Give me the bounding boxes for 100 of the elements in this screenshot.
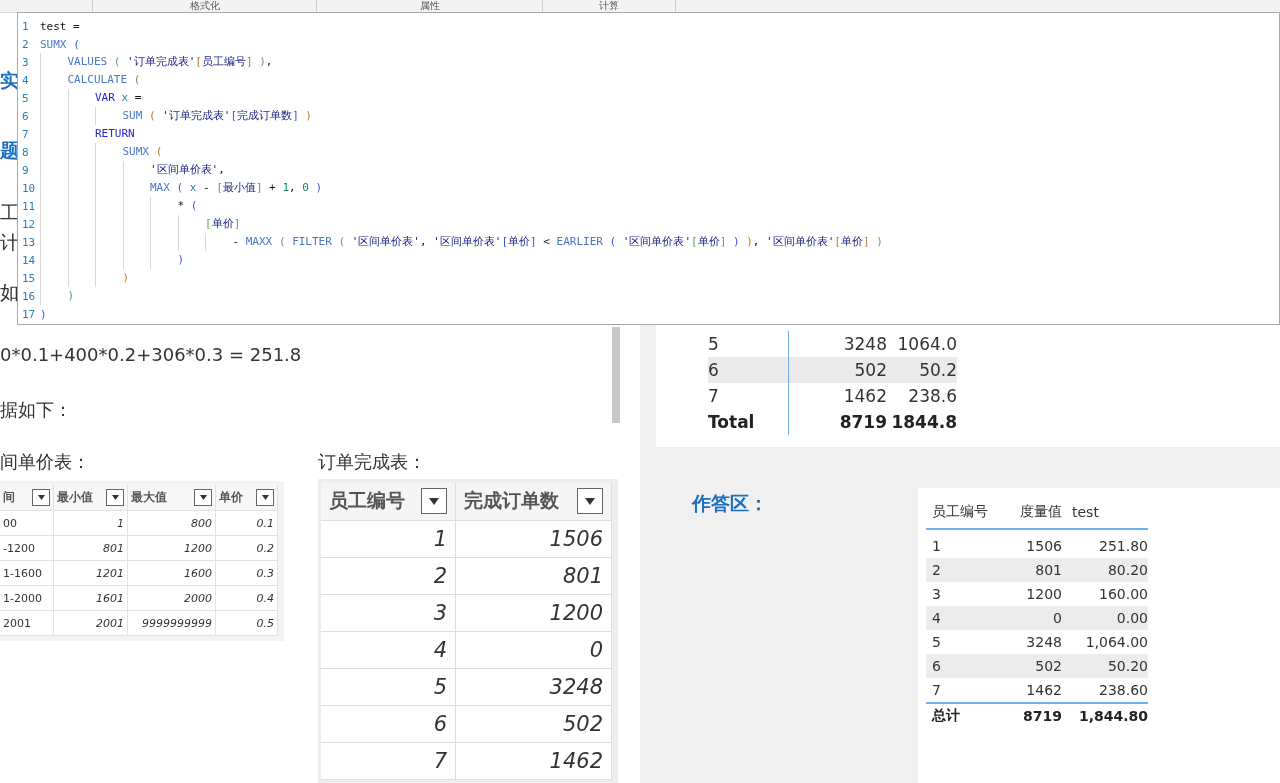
code-line: ) xyxy=(40,307,47,321)
caret-down-icon xyxy=(111,494,119,500)
filter-button[interactable] xyxy=(106,488,124,506)
code-line: RETURN xyxy=(40,125,135,143)
caret-down-icon xyxy=(429,497,439,505)
filter-button[interactable] xyxy=(421,488,447,514)
table-cell: 3 xyxy=(433,601,447,625)
line-number: 5 xyxy=(21,91,30,105)
table-cell-text: 502 xyxy=(1034,658,1062,674)
code-line: test = xyxy=(40,19,80,33)
table-cell-text: 7 xyxy=(708,386,720,406)
table-cell: 6 xyxy=(433,712,447,736)
table-cell: 0 xyxy=(589,638,603,662)
table-cell: 502 xyxy=(562,712,603,736)
text-fragment: 计 xyxy=(0,231,19,253)
column-header: 员工编号 xyxy=(329,488,405,513)
caret-down-icon xyxy=(261,494,269,500)
table-cell-text: 0 xyxy=(1052,610,1062,626)
table-cell-text: 1200 xyxy=(1025,586,1062,602)
table-cell-text: 238.60 xyxy=(1098,682,1148,698)
table-cell: 3248 xyxy=(549,675,603,699)
table-cell: 1200 xyxy=(549,601,603,625)
text-fragment: 如 xyxy=(0,281,19,303)
table-cell-text: 3248 xyxy=(1025,634,1062,650)
table-cell-text: 3248 xyxy=(842,334,887,354)
table-cell: 801 xyxy=(103,541,124,555)
line-number: 16 xyxy=(21,289,37,303)
code-line: - MAXX ( FILTER ( '区间单价表', '区间单价表'[单价] < EARLIER ( '区间单价表'[单价] ) ), '区间单价表'[单价] ) xyxy=(40,233,883,251)
filter-button[interactable] xyxy=(194,488,212,506)
table-cell-text: 1462 xyxy=(1025,682,1062,698)
line-number: 10 xyxy=(21,181,37,195)
table-cell: 2000 xyxy=(184,591,212,605)
table-cell: 9999999999 xyxy=(142,616,212,630)
code-line: '区间单价表', xyxy=(40,161,225,179)
table-cell: 0.2 xyxy=(256,541,274,555)
table-cell: 0.5 xyxy=(256,616,274,630)
total-cell-text: 1844.8 xyxy=(890,412,957,432)
line-number: 8 xyxy=(21,145,30,159)
line-number: 2 xyxy=(21,37,30,51)
total-cell-text: 总计 xyxy=(930,707,961,725)
table-cell-text: 4 xyxy=(931,610,942,626)
table-cell: 800 xyxy=(191,516,212,530)
table-cell-text: 502 xyxy=(853,360,887,380)
line-number: 11 xyxy=(21,199,37,213)
filter-button[interactable] xyxy=(256,488,274,506)
table-cell: 5 xyxy=(433,675,447,699)
table-cell: 0.1 xyxy=(256,516,274,530)
code-line: ) xyxy=(40,251,185,269)
table-cell-text: 1,064.00 xyxy=(1084,634,1148,650)
table-cell-text: 1 xyxy=(931,538,942,554)
table-cell: 2001 xyxy=(3,616,31,630)
column-header: test xyxy=(1071,504,1100,520)
filter-button[interactable] xyxy=(577,488,603,514)
line-number: 9 xyxy=(21,163,30,177)
line-number: 17 xyxy=(21,307,37,321)
table-cell: 0.3 xyxy=(256,566,274,580)
column-header: 度量值 xyxy=(1019,503,1062,521)
scrollbar[interactable] xyxy=(612,327,620,423)
code-line: * ( xyxy=(40,197,198,215)
table-cell-text: 5 xyxy=(931,634,942,650)
text-fragment: 工 xyxy=(0,201,19,223)
line-number: 3 xyxy=(21,55,30,69)
table-cell: 1 xyxy=(117,516,124,530)
code-line: VALUES ( '订单完成表'[员工编号] ), xyxy=(40,53,273,71)
formula-text: 0*0.1+400*0.2+306*0.3 = 251.8 xyxy=(0,343,303,367)
total-cell-text: 8719 xyxy=(1022,708,1062,724)
line-number: 1 xyxy=(21,19,30,33)
line-number: 12 xyxy=(21,217,37,231)
table-cell: 1462 xyxy=(549,749,603,773)
total-cell-text: 1,844.80 xyxy=(1077,708,1148,724)
section-heading: 作答区： xyxy=(692,491,769,516)
total-cell-text: Total xyxy=(708,412,756,432)
line-number: 6 xyxy=(21,109,30,123)
table-cell-text: 2 xyxy=(931,562,942,578)
table-cell: 00 xyxy=(3,516,17,530)
column-header: 员工编号 xyxy=(931,503,989,521)
column-header: 单价 xyxy=(219,488,243,506)
table-cell-text: 6 xyxy=(708,360,720,380)
line-number: 14 xyxy=(21,253,37,267)
table-cell: 801 xyxy=(562,564,603,588)
code-line: MAX ( x - [最小值] + 1, 0 ) xyxy=(40,179,323,197)
table-cell-text: 3 xyxy=(931,586,942,602)
table-cell: 1 xyxy=(433,527,447,551)
column-header: 间 xyxy=(3,488,15,506)
table-cell-text: 7 xyxy=(931,682,942,698)
paragraph-text: 据如下： xyxy=(0,398,73,422)
table-cell-text: 1064.0 xyxy=(896,334,957,354)
table-cell-text: 801 xyxy=(1034,562,1062,578)
code-line: ) xyxy=(40,269,130,287)
table-cell-text: 50.2 xyxy=(918,360,957,380)
table-cell: 2001 xyxy=(96,616,124,630)
code-line: VAR x = xyxy=(40,89,142,107)
line-number: 7 xyxy=(21,127,30,141)
table-caption: 间单价表： xyxy=(0,450,91,474)
filter-button[interactable] xyxy=(32,488,50,506)
code-line: CALCULATE ( xyxy=(40,71,141,89)
table-cell: -1200 xyxy=(3,541,35,555)
table-cell: 1201 xyxy=(96,566,124,580)
code-line: ) xyxy=(40,287,75,305)
table-cell-text: 1462 xyxy=(842,386,887,406)
